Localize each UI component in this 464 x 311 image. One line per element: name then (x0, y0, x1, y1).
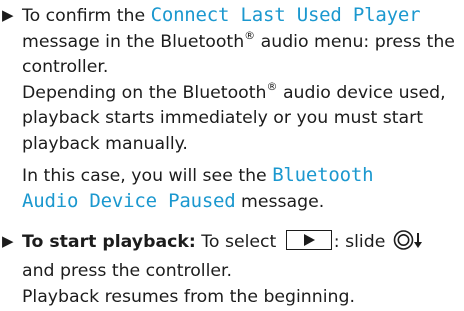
step-start-playback: ▶ To start playback: To select : slide a… (0, 229, 462, 311)
step-label: To start playback: (22, 231, 196, 252)
step-confirm-instruction: To confirm the Connect Last Used Player … (22, 3, 462, 81)
case-text: In this case, you will see the (22, 165, 273, 186)
display-message-paused-2: Audio Device Paused (22, 190, 236, 213)
note-text: Depending on the Bluetooth (22, 82, 267, 103)
registered-mark: ® (266, 80, 278, 94)
step-confirm-note: Depending on the Bluetooth® audio device… (22, 81, 462, 158)
manual-page: ▶ To confirm the Connect Last Used Playe… (0, 3, 462, 311)
instruction-text: To select (195, 231, 282, 252)
step-confirm-case: In this case, you will see the Bluetooth… (22, 163, 462, 216)
case-text: message. (235, 192, 325, 213)
triangle-bullet-icon: ▶ (2, 231, 14, 250)
controller-slide-down-icon (393, 229, 423, 260)
step-playback-instruction: To start playback: To select : slide and… (22, 229, 462, 285)
instruction-text: message in the Bluetooth (22, 31, 245, 52)
step-playback-result: Playback resumes from the beginning. (22, 286, 355, 307)
triangle-bullet-icon: ▶ (2, 6, 14, 24)
instruction-text: : slide (333, 231, 391, 252)
display-message-connect: Connect Last Used Player (150, 4, 421, 26)
display-message-paused-1: Bluetooth (272, 163, 374, 186)
registered-mark: ® (244, 28, 256, 42)
play-button-icon (285, 229, 332, 250)
instruction-text: To confirm the (22, 6, 151, 26)
step-confirm-connect: ▶ To confirm the Connect Last Used Playe… (0, 3, 462, 216)
instruction-text: and press the controller. (22, 261, 233, 282)
